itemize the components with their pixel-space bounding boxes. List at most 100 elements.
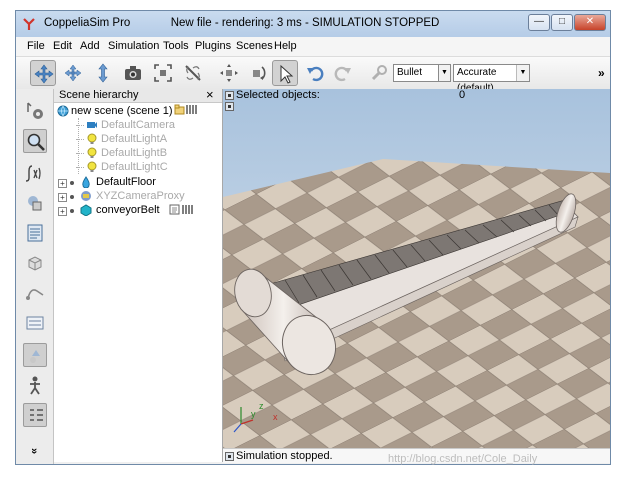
left-toolbar: » (16, 89, 54, 464)
tree-connector (76, 139, 84, 140)
menu-tools[interactable]: Tools (163, 40, 189, 52)
engine-accuracy-select[interactable]: Accurate (default) ▼ (453, 64, 530, 94)
scene-hierarchy-title: Scene hierarchy (59, 89, 139, 101)
layers-button[interactable] (23, 343, 47, 367)
hierarchy-item-label: conveyorBelt (96, 204, 160, 216)
undo-button[interactable] (302, 60, 328, 86)
camera-shift-button[interactable] (90, 60, 116, 86)
click-select-button[interactable] (272, 60, 298, 86)
camera-button[interactable] (120, 60, 146, 86)
fly-view-button[interactable] (180, 60, 206, 86)
status-toggle-icon[interactable] (225, 452, 234, 461)
hierarchy-item-label: DefaultLightA (101, 133, 168, 145)
light-bulb-icon (87, 161, 97, 172)
tree-connector (76, 167, 84, 168)
maximize-button[interactable]: □ (551, 14, 573, 31)
menu-add[interactable]: Add (80, 40, 100, 52)
watermark-text: http://blog.csdn.net/Cole_Daily (388, 453, 538, 465)
camera-pan-button[interactable] (30, 60, 56, 86)
physics-engine-select[interactable]: Bullet (393, 64, 439, 82)
light-bulb-icon (87, 147, 97, 158)
object-properties-button[interactable] (23, 99, 47, 123)
model-dot-icon (70, 181, 74, 185)
viewport-toggle-icon[interactable] (225, 102, 234, 111)
script-bars-icon (182, 205, 193, 214)
hierarchy-item-defaultfloor[interactable]: + DefaultFloor (56, 176, 216, 190)
function-icon (25, 165, 41, 182)
script-bars-icon (186, 105, 197, 114)
status-message: Simulation stopped. (236, 450, 333, 462)
chevron-down-icon: ▼ (516, 65, 529, 81)
scene-hierarchy-header: Scene hierarchy × (54, 88, 222, 103)
redo-button[interactable] (330, 60, 356, 86)
axis-y-label: y (251, 409, 256, 419)
camera-object-icon (87, 122, 97, 128)
scene-hierarchy-panel: Scene hierarchy × new scene (scene 1) De… (54, 88, 223, 462)
physics-engine-dropdown[interactable]: ▼ (439, 64, 451, 82)
hierarchy-item-label: DefaultCamera (101, 119, 175, 131)
rotate-arrows-icon (64, 64, 82, 82)
menu-scenes[interactable]: Scenes (236, 40, 273, 52)
fit-to-view-icon (154, 64, 172, 82)
expand-icon[interactable]: + (58, 179, 67, 188)
sidebar-more-button[interactable]: » (28, 448, 40, 454)
close-button[interactable]: ✕ (574, 14, 606, 31)
menu-simulation[interactable]: Simulation (108, 40, 159, 52)
model-browser-button[interactable] (23, 129, 47, 153)
menu-bar: File Edit Add Simulation Tools Plugins S… (16, 37, 610, 56)
selection-button[interactable] (23, 311, 47, 335)
toolbar-overflow-button[interactable]: » (598, 66, 605, 80)
hierarchy-item-conveyorbelt[interactable]: + conveyorBelt (56, 204, 216, 218)
undo-icon (307, 66, 324, 82)
settings-list-icon (30, 409, 43, 421)
physics-engine-value: Bullet (397, 67, 423, 78)
camera-icon (125, 66, 141, 80)
selected-objects-count: 0 (459, 89, 466, 101)
dynamics-toggle-button[interactable] (366, 60, 392, 86)
hierarchy-item-xyzcameraproxy[interactable]: + XYZCameraProxy (56, 190, 216, 204)
title-file: New file (170, 17, 212, 29)
light-bulb-icon (87, 133, 97, 144)
scene-viewport[interactable]: Selected objects: 0 z y x (223, 89, 610, 456)
scene-render (223, 89, 610, 456)
menu-plugins[interactable]: Plugins (195, 40, 231, 52)
title-status: rendering: 3 ms - SIMULATION STOPPED (221, 17, 440, 29)
camera-rotate-button[interactable] (60, 60, 86, 86)
folder-script-icon (174, 104, 185, 115)
user-settings-button[interactable] (23, 403, 47, 427)
tree-connector (78, 118, 79, 174)
move-arrows-icon (34, 64, 54, 84)
expand-icon[interactable]: + (58, 207, 67, 216)
fit-view-button[interactable] (150, 60, 176, 86)
menu-help[interactable]: Help (274, 40, 297, 52)
script-document-icon (27, 224, 43, 242)
wrench-icon (371, 65, 387, 81)
redo-icon (334, 66, 351, 82)
list-panel-icon (26, 316, 44, 330)
chevron-down-icon: ▼ (439, 65, 450, 81)
shape-edit-button[interactable] (23, 251, 47, 275)
object-translate-button[interactable] (216, 60, 242, 86)
coppeliasim-logo-icon (23, 18, 35, 30)
model-dot-icon (70, 195, 74, 199)
viewport-menu-icon[interactable] (225, 91, 234, 100)
collections-button[interactable] (23, 191, 47, 215)
person-icon (30, 376, 40, 395)
expand-icon[interactable]: + (58, 193, 67, 202)
app-window: CoppeliaSim Pro New file - rendering: 3 … (15, 10, 611, 465)
globe-icon (57, 105, 69, 117)
object-rotate-button[interactable] (244, 60, 270, 86)
close-panel-button[interactable]: × (206, 88, 214, 101)
object-move-icon (220, 64, 238, 82)
scripts-button[interactable] (23, 221, 47, 245)
menu-file[interactable]: File (27, 40, 45, 52)
calculation-modules-button[interactable] (23, 161, 47, 185)
minimize-button[interactable]: — (528, 14, 550, 31)
tree-connector (76, 153, 84, 154)
path-edit-button[interactable] (23, 281, 47, 305)
avatar-button[interactable] (23, 373, 47, 397)
menu-edit[interactable]: Edit (53, 40, 72, 52)
hierarchy-item-label: DefaultFloor (96, 176, 156, 188)
gear-wrench-icon (27, 102, 43, 119)
window-title: CoppeliaSim Pro New file - rendering: 3 … (44, 17, 440, 29)
